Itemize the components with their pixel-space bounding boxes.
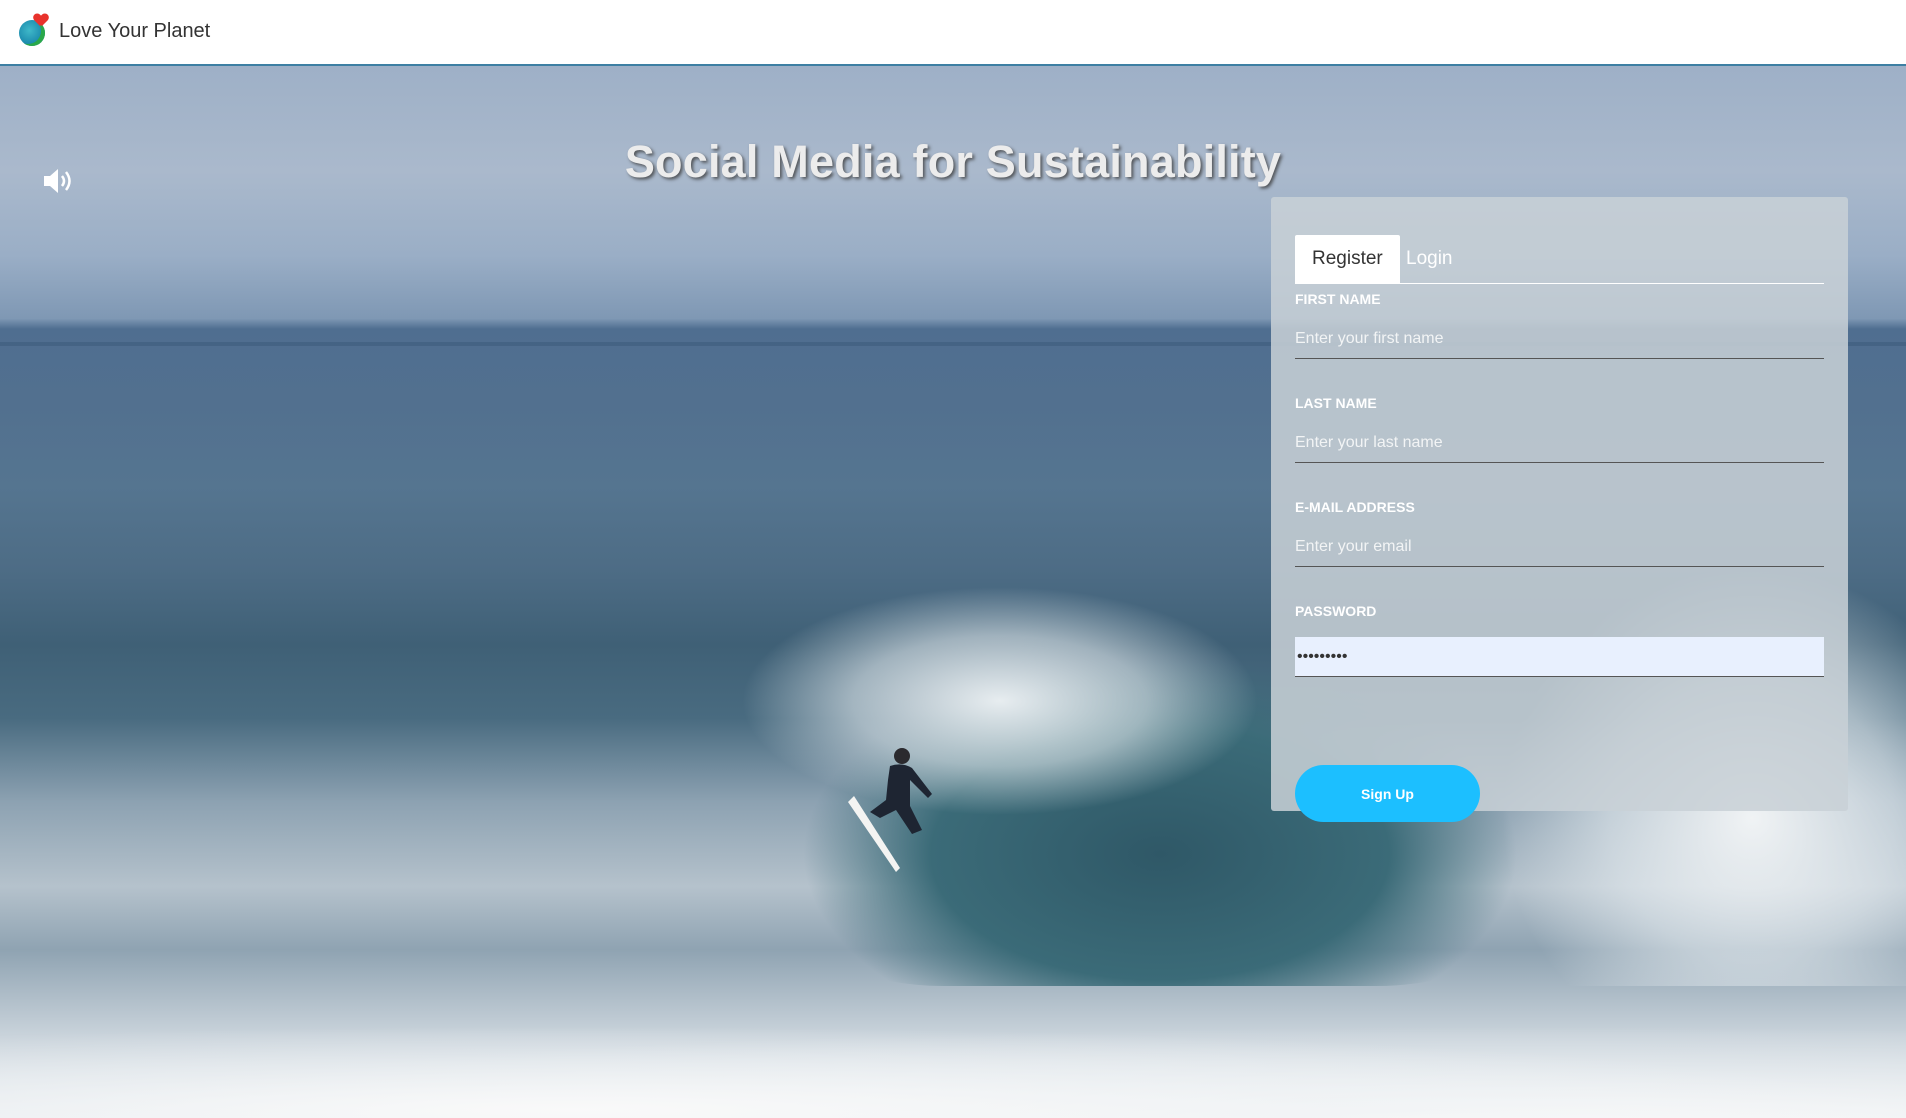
page-headline: Social Media for Sustainability [624,136,1282,188]
brand-name: Love Your Planet [59,19,211,42]
brand-link[interactable]: Love Your Planet [18,14,210,48]
auth-tabs: Register Login [1295,235,1824,284]
email-field[interactable] [1295,527,1824,567]
email-label: E-MAIL ADDRESS [1295,499,1415,515]
last-name-label: LAST NAME [1295,395,1377,411]
first-name-label: FIRST NAME [1295,291,1381,307]
speaker-icon[interactable] [42,166,76,196]
top-navbar: Love Your Planet [0,0,1906,66]
password-label: PASSWORD [1295,603,1377,619]
last-name-field[interactable] [1295,423,1824,463]
first-name-field[interactable] [1295,319,1824,359]
shore-foam [0,1026,1906,1118]
password-field[interactable] [1295,637,1824,677]
tab-register[interactable]: Register [1295,235,1400,283]
auth-panel: Register Login FIRST NAME LAST NAME E-MA… [1271,197,1848,822]
tab-login[interactable]: Login [1389,235,1470,283]
hero-video-background: Social Media for Sustainability Register… [0,66,1906,1118]
sign-up-button[interactable]: Sign Up [1295,765,1480,822]
wave-foam [740,586,1260,816]
globe-heart-icon [18,14,50,48]
surfer-figure [848,748,932,872]
